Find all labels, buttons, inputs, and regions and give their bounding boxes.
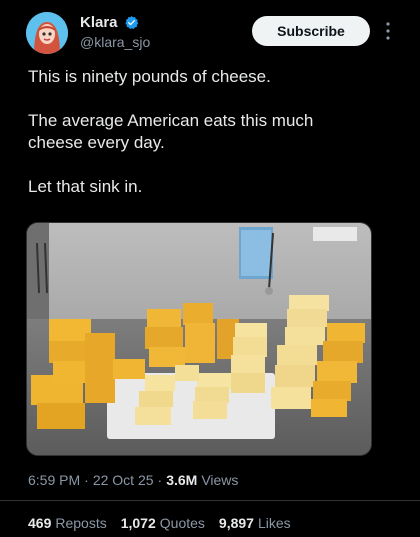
likes-label: Likes	[257, 515, 291, 531]
tweet-header: Klara @klara_sjo Subscribe	[26, 12, 406, 58]
views-count: 3.6M	[166, 472, 198, 488]
more-options-icon[interactable]	[382, 20, 394, 42]
tweet-time[interactable]: 6:59 PM	[28, 472, 80, 488]
author-name[interactable]: Klara	[80, 14, 118, 31]
cheese-photo	[27, 223, 371, 455]
reposts-count: 469	[28, 515, 52, 531]
tweet-media-image[interactable]	[26, 222, 372, 456]
likes-stat[interactable]: 9,897 Likes	[219, 515, 291, 531]
quotes-count: 1,072	[120, 515, 156, 531]
quotes-label: Quotes	[159, 515, 205, 531]
separator-dot: ·	[157, 472, 163, 488]
subscribe-button[interactable]: Subscribe	[252, 16, 370, 46]
author-handle[interactable]: @klara_sjo	[80, 34, 150, 50]
tweet-meta: 6:59 PM · 22 Oct 25 · 3.6M Views	[28, 472, 238, 488]
verified-badge-icon	[124, 15, 138, 29]
divider	[0, 500, 420, 501]
tweet-line: The average American eats this much	[28, 111, 314, 130]
tweet-date[interactable]: 22 Oct 25	[93, 472, 154, 488]
engagement-stats: 469 Reposts 1,072 Quotes 9,897 Likes	[28, 515, 291, 531]
separator-dot: ·	[84, 472, 89, 488]
tweet-line: Let that sink in.	[28, 177, 143, 196]
tweet-line: This is ninety pounds of cheese.	[28, 67, 271, 86]
tweet-text: This is ninety pounds of cheese. The ave…	[28, 66, 398, 198]
likes-count: 9,897	[218, 515, 254, 531]
avatar-icon	[26, 12, 68, 54]
reposts-label: Reposts	[55, 515, 107, 531]
views-label: Views	[201, 472, 239, 488]
reposts-stat[interactable]: 469 Reposts	[28, 515, 107, 531]
avatar[interactable]	[26, 12, 68, 54]
tweet-line: cheese every day.	[28, 133, 165, 152]
quotes-stat[interactable]: 1,072 Quotes	[121, 515, 205, 531]
